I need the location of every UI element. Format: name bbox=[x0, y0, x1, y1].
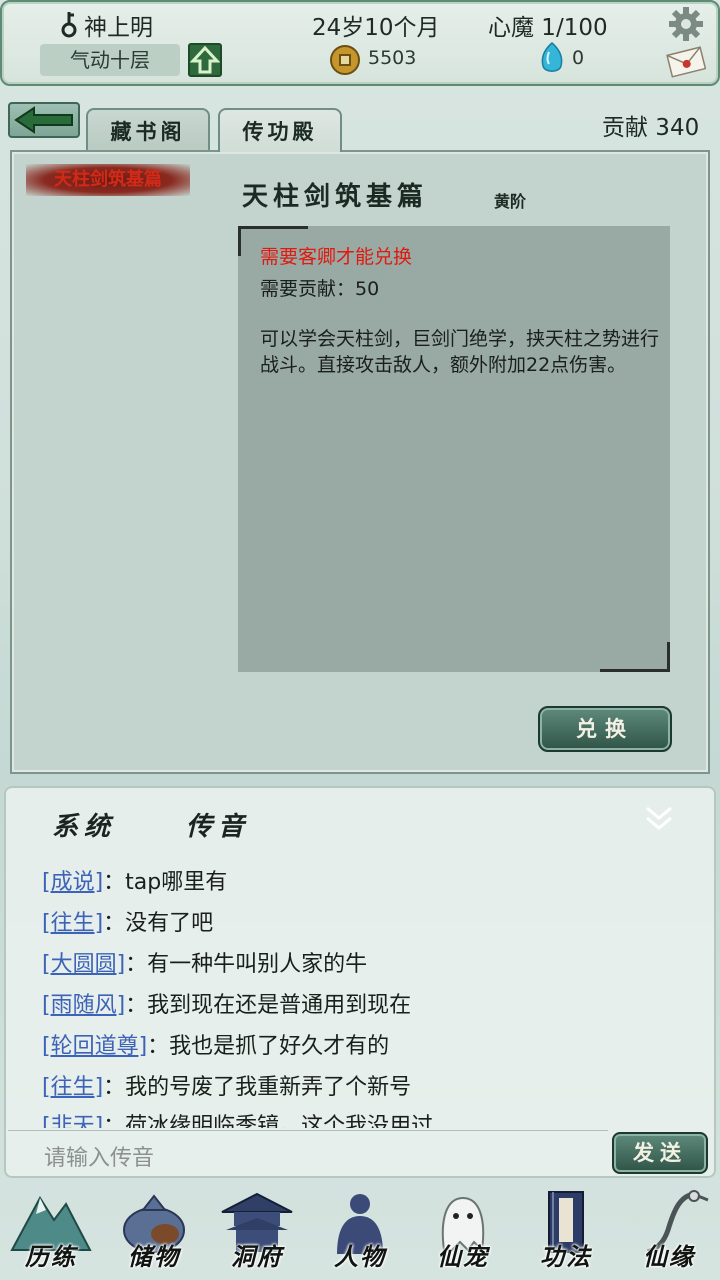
send-button[interactable]: 发送 bbox=[612, 1132, 708, 1174]
tab-teaching-hall[interactable]: 传功殿 bbox=[218, 108, 342, 152]
chat-message: [非天]：荷冰缘明临季镜，这个我没用过 bbox=[42, 1108, 433, 1128]
skill-title: 天柱剑筑基篇 bbox=[242, 182, 429, 212]
realm-label: 气动十层 bbox=[40, 44, 180, 76]
chat-nick[interactable]: [往生] bbox=[42, 1075, 103, 1100]
requirement-contribution: 需要贡献：50 bbox=[260, 278, 380, 300]
chat-text: ：有一种牛叫别人家的牛 bbox=[125, 952, 368, 977]
chat-text: ：没有了吧 bbox=[103, 911, 214, 936]
nav-pet[interactable]: 仙宠 bbox=[412, 1186, 514, 1280]
coin-count: 5503 bbox=[368, 47, 417, 69]
chat-message: [大圆圆]：有一种牛叫别人家的牛 bbox=[42, 946, 367, 978]
age-display: 24岁10个月 bbox=[312, 15, 440, 41]
key-icon bbox=[61, 12, 77, 38]
chat-nick[interactable]: [大圆圆] bbox=[42, 952, 125, 977]
player-name: 神上明 bbox=[84, 15, 153, 41]
nav-storage[interactable]: 储物 bbox=[103, 1186, 205, 1280]
mail-icon[interactable] bbox=[666, 44, 706, 78]
gear-icon[interactable] bbox=[668, 6, 704, 42]
chat-nick[interactable]: [往生] bbox=[42, 911, 103, 936]
chat-tab-system[interactable]: 系统 bbox=[52, 806, 116, 843]
skill-list-item[interactable]: 天柱剑筑基篇 bbox=[26, 164, 190, 196]
contribution-display: 贡献 340 bbox=[602, 115, 700, 141]
nav-training[interactable]: 历练 bbox=[0, 1186, 102, 1280]
chat-text: ：tap哪里有 bbox=[103, 870, 228, 895]
nav-cave[interactable]: 洞府 bbox=[206, 1186, 308, 1280]
chat-input-placeholder[interactable]: 请输入传音 bbox=[44, 1140, 154, 1172]
nav-label: 储物 bbox=[128, 1242, 180, 1271]
requirement-note: 需要客卿才能兑换 bbox=[260, 246, 413, 268]
level-up-button[interactable] bbox=[188, 43, 222, 77]
tab-library[interactable]: 藏书阁 bbox=[86, 108, 210, 152]
skill-description: 可以学会天柱剑，巨剑门绝学，挟天柱之势进行战斗。直接攻击敌人，额外附加22点伤害… bbox=[260, 328, 660, 376]
chat-text: ：我的号废了我重新弄了个新号 bbox=[103, 1075, 412, 1100]
chevron-down-icon[interactable] bbox=[642, 802, 676, 836]
coin-icon bbox=[330, 45, 360, 75]
nav-fate[interactable]: 仙缘 bbox=[618, 1186, 720, 1280]
chat-message: [往生]：我的号废了我重新弄了个新号 bbox=[42, 1069, 411, 1101]
chat-message: [往生]：没有了吧 bbox=[42, 905, 213, 937]
chat-text: ：荷冰缘明临季镜，这个我没用过 bbox=[103, 1114, 434, 1128]
nav-label: 人物 bbox=[334, 1242, 386, 1271]
spirit-stone-count: 0 bbox=[572, 47, 585, 69]
nav-character[interactable]: 人物 bbox=[309, 1186, 411, 1280]
nav-label: 仙宠 bbox=[437, 1242, 489, 1271]
chat-tab-whisper[interactable]: 传音 bbox=[186, 806, 250, 843]
chat-message: [成说]：tap哪里有 bbox=[42, 864, 227, 896]
nav-label: 洞府 bbox=[231, 1242, 283, 1271]
chat-nick[interactable]: [雨随风] bbox=[42, 993, 125, 1018]
chat-message: [雨随风]：我到现在还是普通用到现在 bbox=[42, 987, 411, 1019]
level-up-arrow-icon bbox=[189, 45, 221, 74]
chat-nick[interactable]: [非天] bbox=[42, 1114, 103, 1128]
nav-label: 历练 bbox=[25, 1242, 77, 1271]
chat-nick[interactable]: [轮回道尊] bbox=[42, 1034, 147, 1059]
back-arrow-icon bbox=[14, 106, 73, 134]
skill-grade: 黄阶 bbox=[494, 192, 527, 211]
nav-label: 功法 bbox=[540, 1242, 592, 1271]
heart-demon-display: 心魔 1/100 bbox=[488, 15, 608, 41]
chat-message: [轮回道尊]：我也是抓了好久才有的 bbox=[42, 1028, 389, 1060]
back-button[interactable] bbox=[8, 102, 80, 138]
chat-text: ：我也是抓了好久才有的 bbox=[147, 1034, 390, 1059]
chat-nick[interactable]: [成说] bbox=[42, 870, 103, 895]
nav-techniques[interactable]: 功法 bbox=[515, 1186, 617, 1280]
nav-label: 仙缘 bbox=[643, 1242, 695, 1271]
exchange-button[interactable]: 兑换 bbox=[538, 706, 672, 752]
frame-corner bbox=[600, 642, 670, 672]
chat-text: ：我到现在还是普通用到现在 bbox=[125, 993, 412, 1018]
spirit-stone-icon bbox=[541, 42, 563, 72]
